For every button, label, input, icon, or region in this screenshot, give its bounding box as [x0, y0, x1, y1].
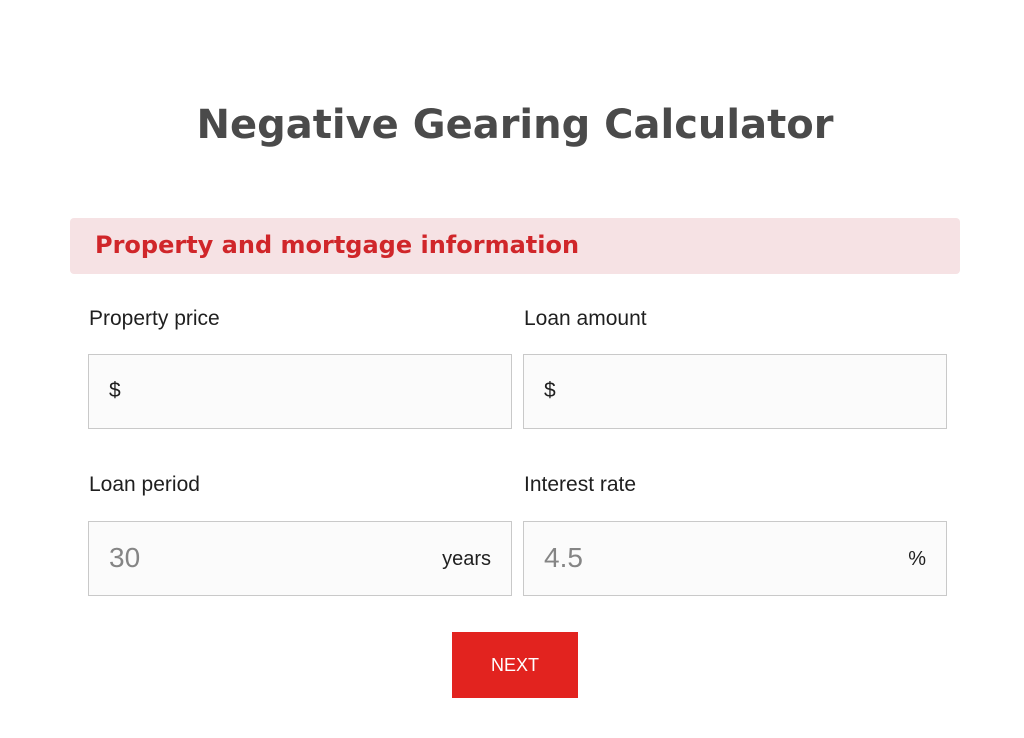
section-header: Property and mortgage information — [70, 218, 960, 274]
loan-amount-label: Loan amount — [524, 307, 647, 330]
calculator-page: Negative Gearing Calculator Property and… — [0, 0, 1024, 738]
percent-suffix: % — [908, 548, 926, 570]
page-title: Negative Gearing Calculator — [196, 102, 834, 148]
section-title: Property and mortgage information — [95, 231, 580, 259]
loan-period-label: Loan period — [89, 473, 200, 496]
years-suffix: years — [442, 548, 491, 570]
next-button[interactable]: NEXT — [452, 632, 578, 698]
interest-rate-field[interactable]: 4.5 % — [523, 521, 947, 596]
loan-period-value[interactable]: 30 — [109, 542, 140, 574]
loan-amount-input[interactable] — [524, 355, 946, 428]
property-price-input[interactable] — [89, 355, 511, 428]
property-price-label: Property price — [89, 307, 220, 330]
loan-amount-field[interactable]: $ — [523, 354, 947, 429]
loan-period-field[interactable]: 30 years — [88, 521, 512, 596]
interest-rate-value[interactable]: 4.5 — [544, 542, 583, 574]
property-price-field[interactable]: $ — [88, 354, 512, 429]
interest-rate-label: Interest rate — [524, 473, 637, 496]
